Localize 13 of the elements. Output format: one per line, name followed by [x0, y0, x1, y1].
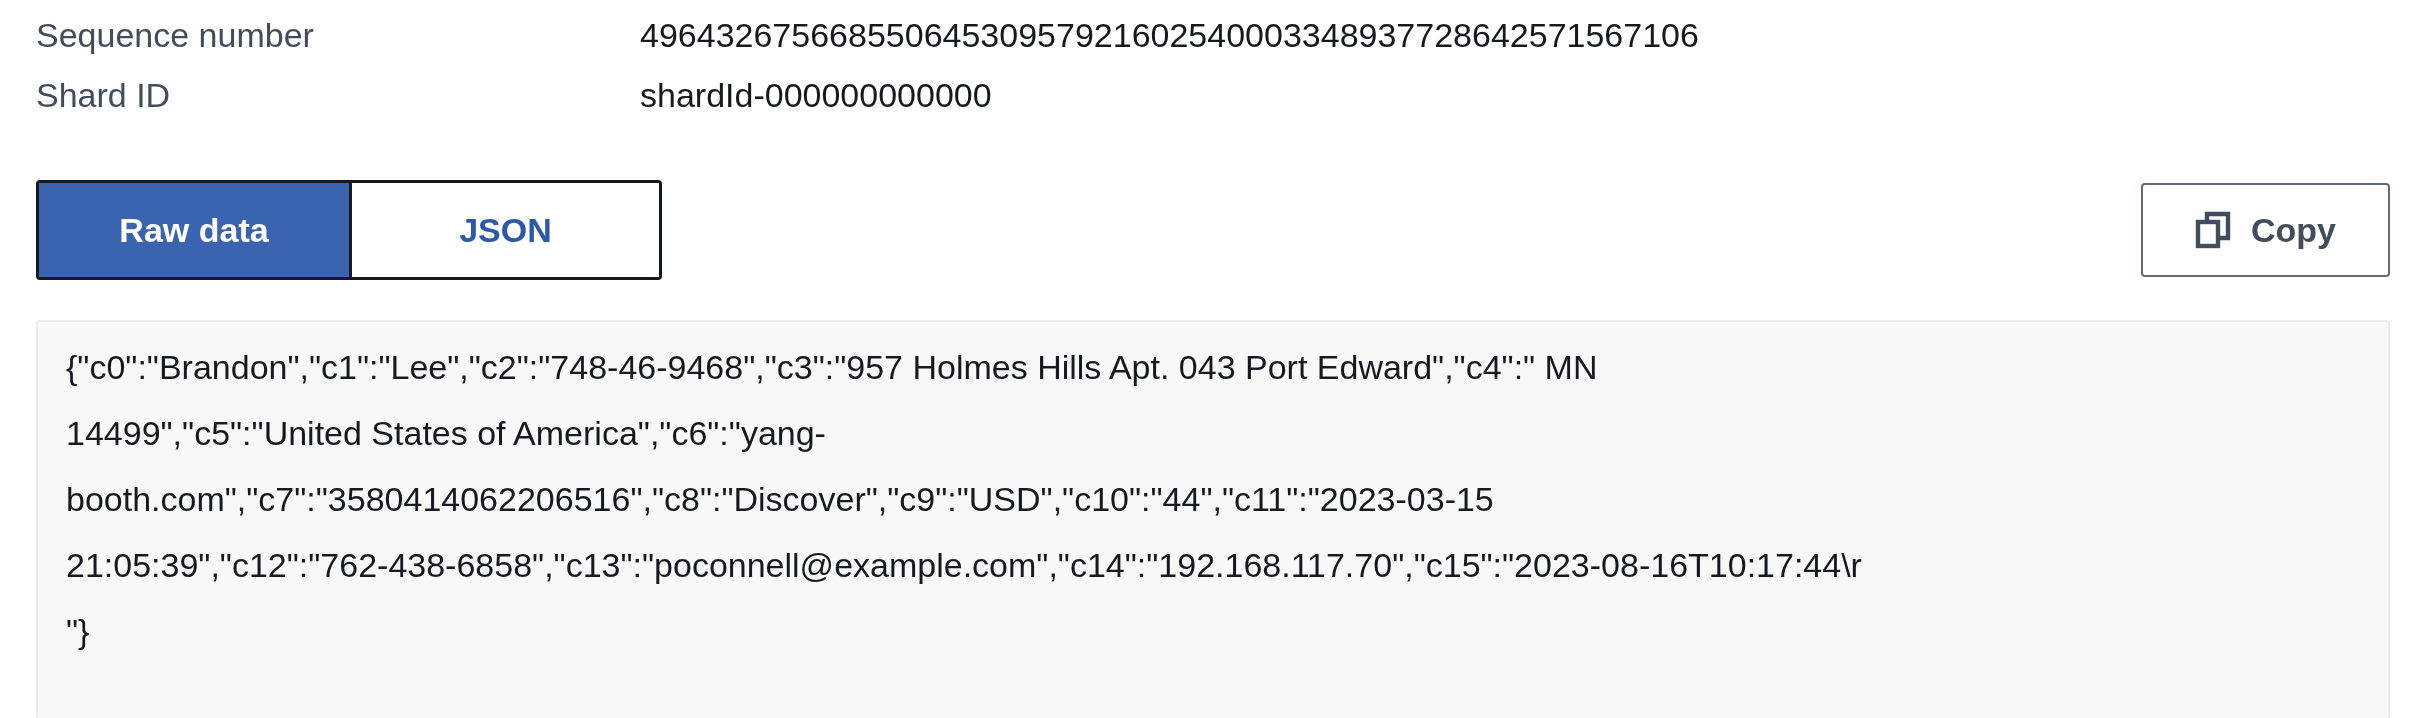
detail-value: 49643267566855064530957921602540003348937728642571567106	[640, 15, 1700, 56]
view-tab[interactable]: JSON	[349, 183, 659, 277]
detail-label: Sequence number	[36, 15, 315, 56]
record-data-line: {"c0":"Brandon","c1":"Lee","c2":"748-46-9468","c3":"957 Holmes Hills Apt. 043 Port Edward","c4":" MN	[66, 347, 1598, 388]
view-tab[interactable]: Raw data	[39, 183, 349, 277]
detail-value: shardId-000000000000	[640, 75, 993, 116]
record-data-line: 14499","c5":"United States of America","c6":"yang-	[66, 413, 826, 454]
copy-icon	[2195, 211, 2231, 249]
record-data-line: 21:05:39","c12":"762-438-6858","c13":"poconnell@example.com","c14":"192.168.117.70","c15":"2023-08-16T10:17:44\r	[66, 545, 1862, 586]
detail-label: Shard ID	[36, 75, 172, 116]
record-data-line: booth.com","c7":"3580414062206516","c8":"Discover","c9":"USD","c10":"44","c11":"2023-03-15	[66, 479, 1494, 520]
record-data-line: "}	[66, 611, 90, 652]
copy-button[interactable]: Copy	[2141, 183, 2390, 277]
